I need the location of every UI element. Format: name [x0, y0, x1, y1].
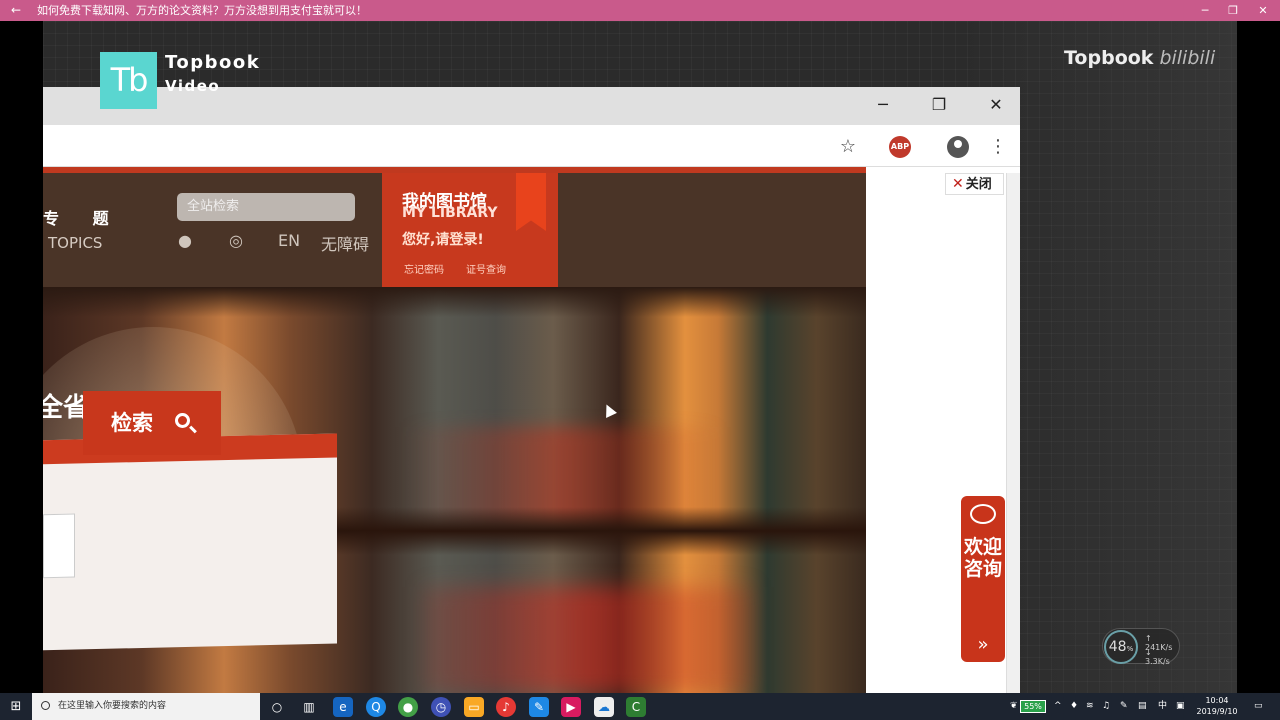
chrome-icon[interactable]: ●: [398, 697, 418, 717]
camtasia-icon[interactable]: C: [626, 697, 646, 717]
wifi-icon[interactable]: ≋: [1086, 693, 1094, 720]
music-app-icon[interactable]: ♪: [496, 697, 516, 717]
hero-banner: 全省书目: [43, 287, 866, 693]
wechat-icon[interactable]: ●: [178, 231, 192, 250]
browser-minimize-button[interactable]: ─: [868, 93, 898, 117]
notes-app-icon[interactable]: ✎: [529, 697, 549, 717]
tray-chevron-icon[interactable]: ^: [1054, 693, 1062, 720]
cpu-usage-gauge: 48%: [1104, 630, 1138, 664]
browser-close-button[interactable]: ✕: [981, 93, 1011, 117]
weibo-icon[interactable]: ◎: [229, 231, 243, 250]
taskbar-clock[interactable]: 10:04 2019/9/10: [1194, 695, 1240, 717]
clock-time: 10:04: [1205, 696, 1229, 705]
lang-en-link[interactable]: EN: [278, 231, 300, 250]
restore-button[interactable]: ❐: [1216, 0, 1250, 21]
topbook-brand-sub: Video: [165, 77, 221, 95]
taskbar-search-input[interactable]: 在这里输入你要搜索的内容: [32, 693, 260, 720]
battery-indicator[interactable]: 55%: [1020, 700, 1046, 713]
catalog-search-input[interactable]: [43, 513, 75, 579]
card-query-link[interactable]: 证号查询: [466, 261, 506, 276]
chat-bubble-icon: [970, 504, 996, 524]
topbook-brand-name: Topbook: [165, 52, 261, 73]
catalog-search-button[interactable]: 检索: [83, 391, 221, 455]
menu-icon[interactable]: ⋮: [986, 135, 1010, 159]
nav-topics-en[interactable]: TOPICS: [48, 234, 102, 252]
window-title-bar: ← 如何免费下载知网、万方的论文资料？万方没想到用支付宝就可以！ ─ ❐ ✕: [0, 0, 1280, 21]
consult-label: 欢迎咨询: [963, 536, 1002, 580]
network-speed-widget[interactable]: 48% ↑ 241K/s ↓ 3.3K/s: [1102, 628, 1180, 666]
notification-icon[interactable]: ▭: [1254, 693, 1263, 720]
back-arrow-icon[interactable]: ←: [8, 0, 24, 21]
browser-restore-button[interactable]: ❐: [924, 93, 954, 117]
hero-books-lower: [423, 587, 753, 693]
library-website: 专 题 TOPICS 全站检索 ● ◎ EN 无障碍 我的图书馆 MY LIBR…: [43, 167, 866, 693]
forgot-password-link[interactable]: 忘记密码: [404, 261, 444, 276]
nav-topics-zh[interactable]: 专 题: [43, 205, 123, 229]
page-scrollbar[interactable]: [1006, 173, 1020, 693]
my-library-panel[interactable]: 我的图书馆 MY LIBRARY 您好,请登录! 忘记密码 证号查询: [382, 173, 558, 287]
login-link[interactable]: 您好,请登录!: [402, 229, 484, 249]
volume-icon[interactable]: ♫: [1102, 693, 1110, 720]
hero-shelf: [43, 287, 866, 317]
clock-app-icon[interactable]: ◷: [431, 697, 451, 717]
taskbar-search-placeholder: 在这里输入你要搜索的内容: [58, 701, 167, 711]
task-view-icon[interactable]: ▥: [299, 697, 319, 717]
file-explorer-icon[interactable]: ▭: [464, 697, 484, 717]
start-windows-icon[interactable]: ⊞: [6, 697, 26, 717]
accessibility-link[interactable]: 无障碍: [321, 231, 369, 255]
pen-icon[interactable]: ✎: [1120, 693, 1128, 720]
video-frame[interactable]: ─ ❐ ✕ ☆ ABP ⋮ 专 题 TOPICS 全站检索 ● ◎ EN 无障碍…: [43, 21, 1237, 693]
browser-window: ─ ❐ ✕ ☆ ABP ⋮ 专 题 TOPICS 全站检索 ● ◎ EN 无障碍…: [43, 87, 1020, 693]
bookmark-star-icon[interactable]: ☆: [836, 135, 860, 159]
topbook-logo: Tb: [100, 52, 157, 109]
clock-date: 2019/9/10: [1196, 707, 1238, 716]
search-panel: [43, 433, 337, 651]
adblock-icon[interactable]: ABP: [889, 136, 911, 158]
video-app-icon[interactable]: ▶: [561, 697, 581, 717]
windows-taskbar: ⊞ 在这里输入你要搜索的内容 ○ ▥ e Q ● ◷ ▭ ♪ ✎ ▶ ☁ C ❦…: [0, 693, 1280, 720]
video-watermark: Topbook bilibili: [1064, 47, 1215, 69]
consult-widget[interactable]: 欢迎咨询 »: [961, 496, 1005, 662]
edge-browser-icon[interactable]: e: [333, 697, 353, 717]
account-icon[interactable]: [947, 136, 969, 158]
ime-mode-icon[interactable]: ▣: [1176, 693, 1185, 720]
site-search-input[interactable]: 全站检索: [177, 193, 355, 221]
close-button[interactable]: ✕: [1246, 0, 1280, 21]
bookmark-ribbon-icon: [516, 173, 546, 231]
chat-app-icon[interactable]: Q: [366, 697, 386, 717]
watermark-bilibili: bilibili: [1159, 47, 1216, 69]
cortana-icon[interactable]: ○: [267, 697, 287, 717]
close-float-button[interactable]: ✕ 关闭: [945, 173, 1004, 195]
search-icon: [41, 701, 50, 710]
microphone-icon[interactable]: ♦: [1070, 693, 1078, 720]
watermark-topbook: Topbook: [1064, 47, 1154, 69]
browser-toolbar: [43, 125, 1020, 167]
double-chevron-icon: »: [977, 634, 989, 655]
leaf-icon[interactable]: ❦: [1010, 693, 1018, 720]
my-library-title-en: MY LIBRARY: [402, 205, 498, 221]
close-float-label: 关闭: [965, 177, 992, 192]
ime-indicator[interactable]: 中: [1158, 693, 1167, 720]
cloud-app-icon[interactable]: ☁: [594, 697, 614, 717]
search-button-label: 检索: [111, 411, 153, 435]
window-title: 如何免费下载知网、万方的论文资料？万方没想到用支付宝就可以！: [37, 4, 367, 17]
close-icon: ✕: [952, 176, 964, 192]
download-speed: ↓ 3.3K/s: [1145, 648, 1170, 666]
search-icon: [175, 413, 190, 428]
keyboard-icon[interactable]: ▤: [1138, 693, 1147, 720]
